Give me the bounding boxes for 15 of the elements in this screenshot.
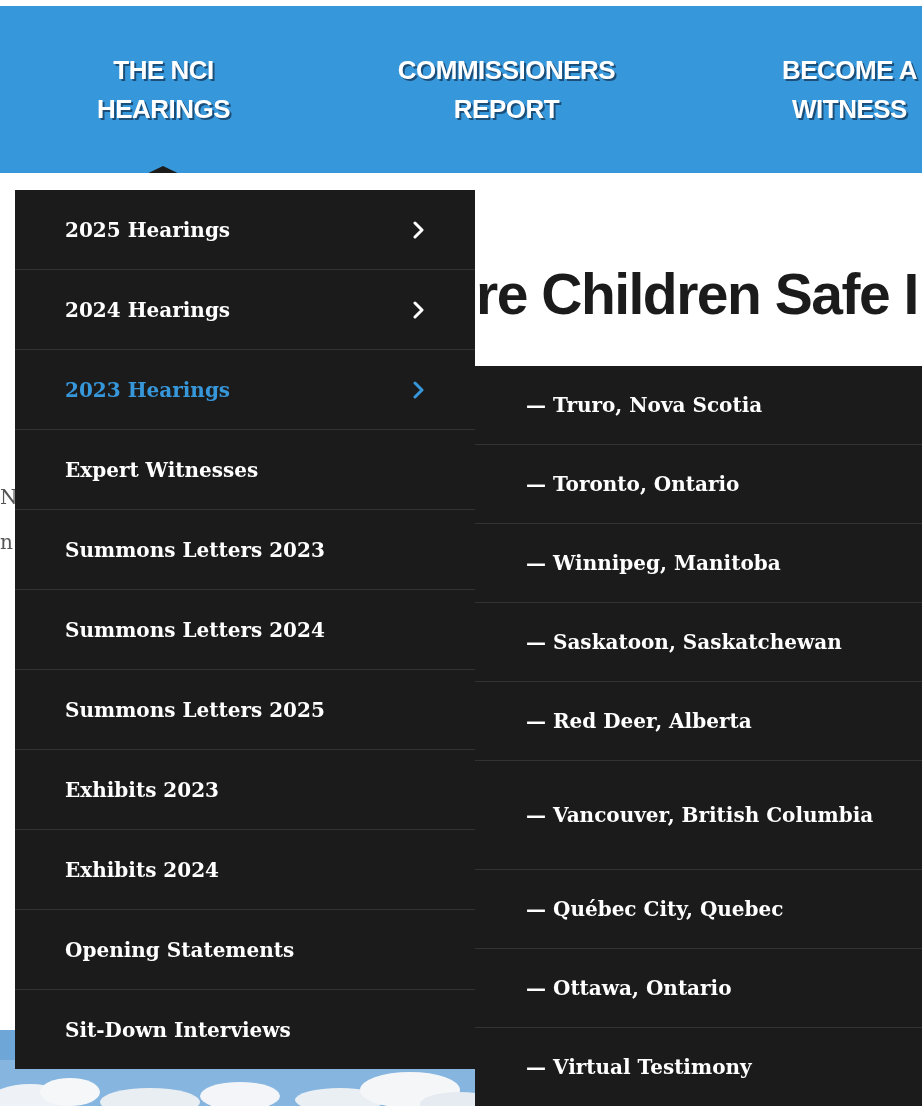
submenu-item[interactable]: — Vancouver, British Columbia (475, 761, 922, 870)
menu-item[interactable]: 2024 Hearings (15, 270, 475, 350)
submenu-item[interactable]: — Winnipeg, Manitoba (475, 524, 922, 603)
submenu-item[interactable]: — Ottawa, Ontario (475, 949, 922, 1028)
submenu-item[interactable]: — Virtual Testimony (475, 1028, 922, 1106)
page-heading: re Children Safe I (476, 261, 918, 327)
submenu-item[interactable]: — Red Deer, Alberta (475, 682, 922, 761)
body-text: N (0, 484, 18, 511)
submenu-item[interactable]: — Saskatoon, Saskatchewan (475, 603, 922, 682)
submenu-item[interactable]: — Québec City, Quebec (475, 870, 922, 949)
body-text: n (0, 529, 13, 556)
menu-item[interactable]: 2025 Hearings (15, 190, 475, 270)
submenu-item[interactable]: — Truro, Nova Scotia (475, 366, 922, 445)
submenu-item[interactable]: — Toronto, Ontario (475, 445, 922, 524)
menu-item[interactable]: Sit-Down Interviews (15, 990, 475, 1069)
